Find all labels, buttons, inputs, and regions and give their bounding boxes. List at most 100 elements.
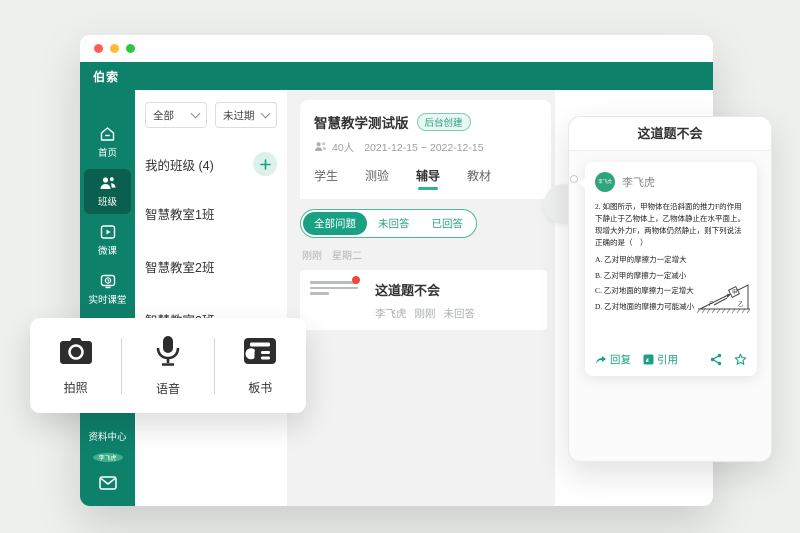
- time-labels: 刚刚 星期二: [302, 247, 555, 262]
- quote-button[interactable]: 引用: [643, 352, 678, 367]
- voice-tool-button[interactable]: 语音: [133, 335, 203, 397]
- share-button[interactable]: [710, 353, 722, 366]
- unread-dot: [352, 276, 360, 284]
- avatar-name: 李飞虎: [598, 179, 612, 184]
- app-title: 伯索: [93, 69, 120, 84]
- photo-tool-label: 拍照: [63, 380, 88, 395]
- tab-tests[interactable]: 测验: [365, 167, 389, 190]
- avatar-name: 李飞虎: [98, 456, 117, 462]
- people-icon: [99, 175, 117, 191]
- sidebar-item-label: 首页: [97, 148, 117, 159]
- question-text: 2. 如图所示，甲物体在沿斜面的推力F的作用下静止于乙物体上，乙物体静止在水平面…: [595, 202, 745, 247]
- tab-materials[interactable]: 教材: [467, 167, 491, 190]
- board-tool-label: 板书: [248, 380, 273, 395]
- board-tool-button[interactable]: 板书: [225, 336, 295, 396]
- svg-text:F: F: [709, 302, 713, 308]
- class-type-select[interactable]: 全部: [145, 102, 207, 128]
- class-list-panel: 全部 未过期 我的班级 (4) 智慧教室1班 智慧教室2班 智慧教室3班: [135, 90, 287, 506]
- sidebar-item-live-class[interactable]: 实时课堂: [84, 267, 131, 312]
- physics-diagram: 甲 F 乙: [696, 284, 751, 314]
- tab-tutoring[interactable]: 辅导: [416, 167, 440, 190]
- question-card[interactable]: 这道题不会 李飞虎 刚刚 未回答: [300, 270, 547, 330]
- add-class-button[interactable]: [253, 152, 277, 176]
- home-icon: [99, 126, 116, 142]
- chevron-down-icon: [190, 108, 201, 119]
- quote-label: 引用: [657, 354, 678, 366]
- my-classes-title: 我的班级 (4): [145, 158, 214, 173]
- svg-text:乙: 乙: [738, 301, 744, 308]
- avatar[interactable]: 李飞虎: [92, 453, 123, 462]
- class-tabs: 学生 测验 辅导 教材: [314, 167, 537, 199]
- question-bubble-card: 李飞虎 李飞虎 2. 如图所示，甲物体在沿斜面的推力F的作用下静止于乙物体上，乙…: [579, 162, 757, 376]
- sidebar-item-class[interactable]: 班级: [84, 169, 131, 214]
- app-header: 伯索: [80, 62, 713, 90]
- envelope-icon: [98, 476, 117, 494]
- class-title: 智慧教学测试版: [314, 116, 409, 131]
- plus-icon: [259, 158, 271, 170]
- toolbar-divider: [213, 337, 215, 394]
- star-icon: [734, 353, 747, 365]
- question-filter-group: 全部问题 未回答 已回答: [300, 209, 477, 238]
- popup-title: 这道题不会: [569, 117, 771, 151]
- class-header-card: 智慧教学测试版 后台创建 40人 2021-12-15 ~ 2022-12-15…: [300, 100, 551, 199]
- svg-text:甲: 甲: [732, 289, 738, 296]
- whiteboard-icon: [242, 336, 278, 371]
- popup-author-name: 李飞虎: [622, 177, 655, 189]
- reply-label: 回复: [610, 354, 631, 366]
- sidebar-item-home[interactable]: 首页: [84, 120, 131, 165]
- sidebar: 首页 班级 微课 实时课堂 资料中心 李飞虎: [80, 90, 135, 506]
- reply-icon: [596, 355, 606, 364]
- question-detail-popup: 这道题不会 李飞虎 李飞虎 2. 如图所示，甲物体在沿斜面的推力F的作用下静止于…: [568, 116, 772, 462]
- created-by-admin-badge: 后台创建: [416, 113, 471, 131]
- members-icon: [314, 141, 327, 155]
- messages-button[interactable]: [98, 476, 117, 495]
- class-expiry-value: 未过期: [223, 109, 255, 122]
- date-range: 2021-12-15 ~ 2022-12-15: [364, 141, 484, 154]
- capture-toolbar: 拍照 语音 板书: [30, 318, 306, 413]
- option-a: A. 乙对甲的摩擦力一定增大: [595, 255, 687, 264]
- class-list-item[interactable]: 智慧教室2班: [145, 257, 277, 276]
- camera-icon: [58, 336, 94, 371]
- tab-students[interactable]: 学生: [314, 167, 338, 190]
- favorite-button[interactable]: [734, 353, 747, 366]
- class-expiry-select[interactable]: 未过期: [215, 102, 277, 128]
- maximize-window-button[interactable]: [126, 44, 135, 53]
- filter-all-questions[interactable]: 全部问题: [303, 212, 367, 235]
- live-class-icon: [100, 273, 116, 289]
- class-detail-column: 智慧教学测试版 后台创建 40人 2021-12-15 ~ 2022-12-15…: [287, 90, 555, 506]
- filter-answered[interactable]: 已回答: [421, 212, 475, 235]
- chevron-down-icon: [260, 108, 271, 119]
- minimize-window-button[interactable]: [110, 44, 119, 53]
- option-b: B. 乙对甲的摩擦力一定减小: [595, 270, 687, 280]
- photo-tool-button[interactable]: 拍照: [41, 336, 111, 396]
- class-type-value: 全部: [153, 109, 174, 122]
- question-thumbnail: [310, 276, 360, 307]
- time-label: 星期二: [332, 251, 362, 262]
- toolbar-divider: [121, 337, 123, 394]
- question-author: 李飞虎: [375, 308, 407, 320]
- voice-tool-label: 语音: [155, 381, 180, 396]
- option-d: D. 乙对地面的摩擦力可能减小: [595, 301, 695, 311]
- member-count: 40人: [332, 142, 355, 154]
- question-options: A. 乙对甲的摩擦力一定增大 B. 乙对甲的摩擦力一定减小 C. 乙对地面的摩擦…: [595, 254, 701, 312]
- sidebar-item-resource-center[interactable]: 资料中心: [88, 429, 126, 443]
- question-time: 刚刚: [414, 308, 436, 320]
- sidebar-item-label: 班级: [97, 197, 117, 208]
- sidebar-item-microlesson[interactable]: 微课: [84, 218, 131, 263]
- reply-button[interactable]: 回复: [595, 352, 631, 367]
- sidebar-item-label: 微课: [97, 246, 117, 257]
- share-icon: [710, 353, 722, 366]
- quote-icon: [643, 354, 654, 365]
- filter-unanswered[interactable]: 未回答: [367, 212, 421, 235]
- window-titlebar: [80, 35, 713, 62]
- class-list-item[interactable]: 智慧教室1班: [145, 204, 277, 223]
- question-status: 未回答: [443, 308, 476, 320]
- time-label: 刚刚: [302, 251, 322, 262]
- microphone-icon: [155, 335, 181, 372]
- sidebar-item-label: 实时课堂: [88, 295, 127, 306]
- question-title: 这道题不会: [375, 283, 441, 298]
- option-c: C. 乙对地面的摩擦力一定增大: [595, 286, 694, 295]
- lesson-icon: [100, 224, 116, 240]
- avatar: 李飞虎: [595, 172, 615, 192]
- close-window-button[interactable]: [94, 44, 103, 53]
